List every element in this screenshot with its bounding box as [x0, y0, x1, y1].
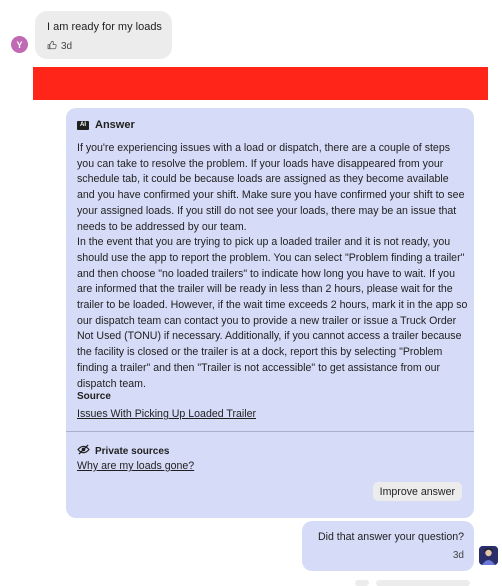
user-message-time: 3d — [61, 41, 73, 52]
answer-paragraph: In the event that you are trying to pick… — [77, 236, 468, 390]
followup-text: Did that answer your question? — [317, 531, 464, 543]
improve-answer-button[interactable]: Improve answer — [372, 482, 462, 501]
user-message-bubble: I am ready for my loads 3d — [35, 11, 172, 59]
private-sources-label: Private sources — [95, 445, 170, 457]
user-message-meta: 3d — [47, 40, 72, 53]
source-label: Source — [77, 391, 111, 402]
private-source-link[interactable]: Why are my loads gone? — [77, 460, 194, 472]
redacted-banner — [33, 67, 488, 100]
answer-header: AI Answer — [77, 119, 135, 131]
answer-body: If you're experiencing issues with a loa… — [77, 141, 469, 392]
answer-title: Answer — [95, 119, 135, 131]
followup-time: 3d — [452, 550, 464, 561]
answer-card: AI Answer If you're experiencing issues … — [66, 108, 474, 518]
answer-paragraph: If you're experiencing issues with a loa… — [77, 142, 465, 233]
source-link[interactable]: Issues With Picking Up Loaded Trailer — [77, 408, 256, 420]
private-sources-header: Private sources — [77, 442, 170, 460]
bottom-chip — [376, 580, 470, 586]
bot-avatar — [479, 546, 498, 565]
followup-bubble: Did that answer your question? 3d — [302, 521, 474, 571]
thumbs-up-outline-icon[interactable] — [47, 40, 57, 53]
avatar: Y — [11, 36, 28, 53]
ai-badge-icon: AI — [77, 120, 89, 130]
user-message-text: I am ready for my loads — [47, 21, 162, 33]
bottom-chip — [355, 580, 369, 586]
divider — [66, 431, 474, 432]
eye-off-icon — [77, 442, 90, 460]
